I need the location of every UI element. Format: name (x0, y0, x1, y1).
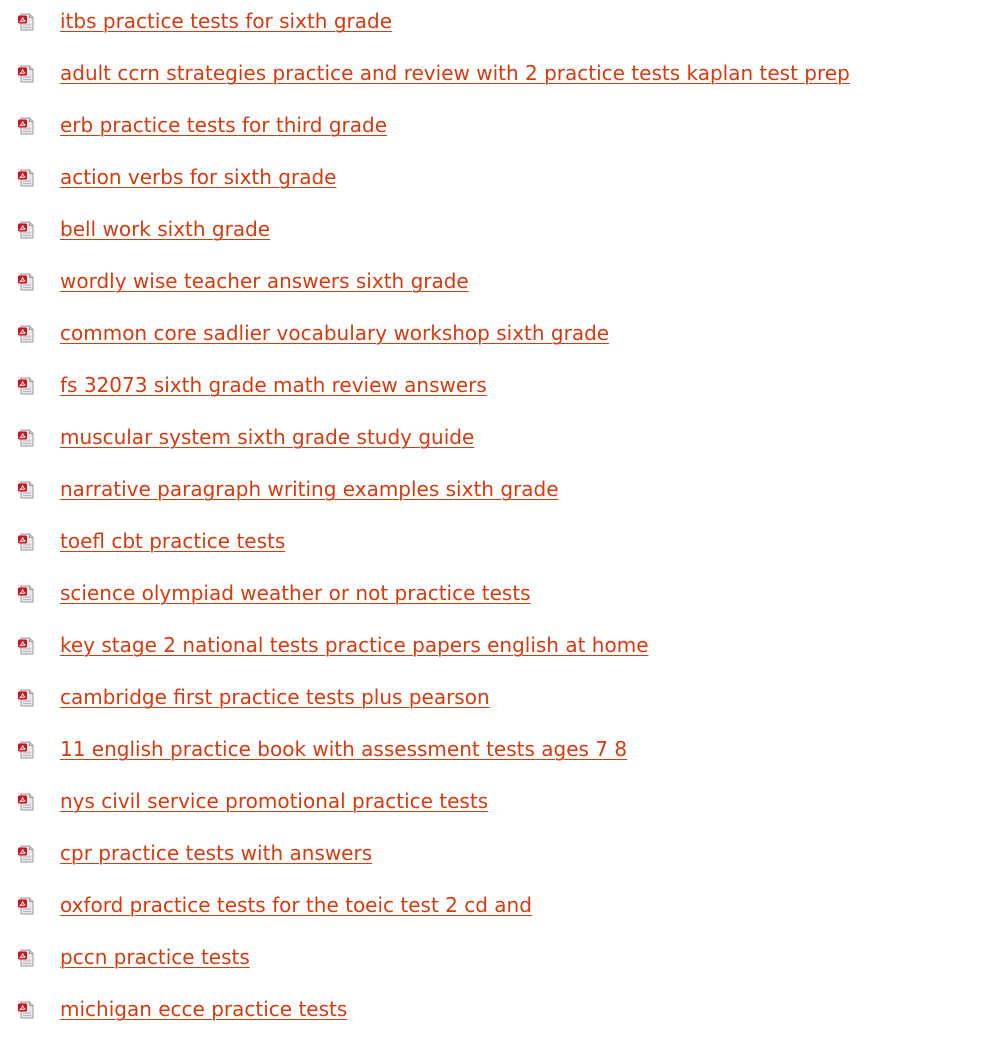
pdf-file-icon (17, 741, 35, 759)
pdf-link[interactable]: toefl cbt practice tests (60, 528, 285, 554)
pdf-link[interactable]: oxford practice tests for the toeic test… (60, 892, 532, 918)
pdf-link[interactable]: key stage 2 national tests practice pape… (60, 632, 649, 658)
pdf-file-icon (17, 793, 35, 811)
pdf-file-icon (17, 533, 35, 551)
pdf-file-icon (17, 65, 35, 83)
pdf-link[interactable]: nys civil service promotional practice t… (60, 788, 488, 814)
pdf-file-icon (17, 273, 35, 291)
pdf-file-icon (17, 13, 35, 31)
pdf-file-icon (17, 689, 35, 707)
pdf-file-icon (17, 169, 35, 187)
pdf-link[interactable]: bell work sixth grade (60, 216, 270, 242)
pdf-link[interactable]: michigan ecce practice tests (60, 996, 347, 1022)
pdf-file-icon (17, 117, 35, 135)
pdf-link[interactable]: 11 english practice book with assessment… (60, 736, 627, 762)
pdf-link[interactable]: pccn practice tests (60, 944, 250, 970)
pdf-link[interactable]: erb practice tests for third grade (60, 112, 387, 138)
pdf-link[interactable]: cambridge first practice tests plus pear… (60, 684, 490, 710)
pdf-file-icon (17, 949, 35, 967)
pdf-link[interactable]: action verbs for sixth grade (60, 164, 336, 190)
pdf-link[interactable]: itbs practice tests for sixth grade (60, 8, 392, 34)
pdf-file-icon (17, 377, 35, 395)
pdf-link[interactable]: science olympiad weather or not practice… (60, 580, 531, 606)
pdf-file-icon (17, 897, 35, 915)
pdf-file-icon (17, 429, 35, 447)
pdf-file-icon (17, 637, 35, 655)
pdf-link[interactable]: wordly wise teacher answers sixth grade (60, 268, 469, 294)
pdf-file-icon (17, 221, 35, 239)
pdf-link[interactable]: cpr practice tests with answers (60, 840, 372, 866)
pdf-link[interactable]: muscular system sixth grade study guide (60, 424, 474, 450)
pdf-file-icon (17, 585, 35, 603)
pdf-link[interactable]: fs 32073 sixth grade math review answers (60, 372, 487, 398)
pdf-link[interactable]: narrative paragraph writing examples six… (60, 476, 559, 502)
pdf-link[interactable]: common core sadlier vocabulary workshop … (60, 320, 609, 346)
pdf-file-icon (17, 481, 35, 499)
pdf-file-icon (17, 325, 35, 343)
pdf-file-icon (17, 1001, 35, 1019)
pdf-file-icon (17, 845, 35, 863)
pdf-link[interactable]: adult ccrn strategies practice and revie… (60, 60, 850, 86)
